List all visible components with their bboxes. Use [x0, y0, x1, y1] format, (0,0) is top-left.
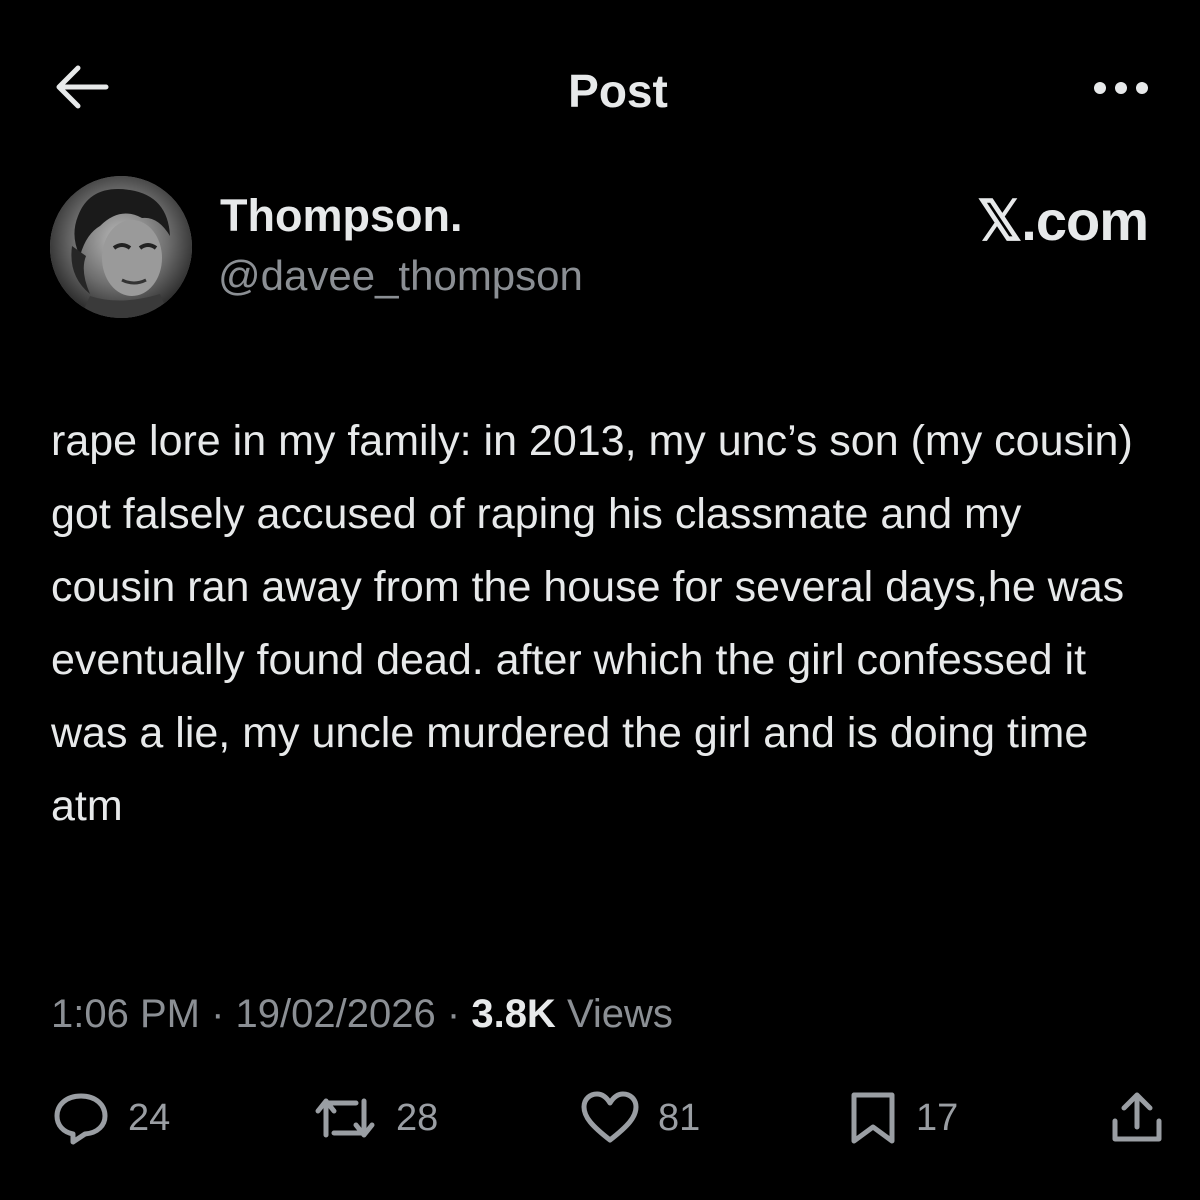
bookmark-icon [851, 1092, 895, 1144]
repost-count: 28 [396, 1096, 439, 1139]
avatar-image [50, 176, 192, 318]
bookmark-count: 17 [916, 1096, 959, 1139]
bookmark-button[interactable]: 17 [848, 1090, 958, 1146]
reply-button[interactable]: 24 [52, 1090, 170, 1146]
post-meta: 1:06 PM · 19/02/2026 · 3.8K Views [51, 992, 673, 1037]
post-date: 19/02/2026 [235, 992, 436, 1036]
more-horizontal-icon [1094, 82, 1148, 94]
post-time: 1:06 PM [51, 992, 200, 1036]
views-label: Views [566, 992, 673, 1036]
top-bar: Post [0, 40, 1200, 140]
reply-count: 24 [128, 1096, 171, 1139]
reply-icon [54, 1093, 108, 1145]
x-brand-watermark: 𝕏.com [977, 189, 1149, 252]
like-count: 81 [658, 1096, 701, 1139]
repost-icon [315, 1098, 375, 1138]
repost-button[interactable]: 28 [312, 1090, 438, 1146]
author-handle[interactable]: @davee_thompson [218, 252, 583, 300]
meta-separator: · [446, 992, 461, 1036]
avatar[interactable] [50, 176, 192, 318]
page-title: Post [568, 65, 668, 117]
author-display-name[interactable]: Thompson. [220, 190, 462, 242]
views-count[interactable]: 3.8K [471, 992, 556, 1036]
share-button[interactable] [1108, 1090, 1166, 1146]
more-options-button[interactable] [1090, 68, 1152, 108]
meta-separator: · [211, 992, 225, 1036]
heart-icon [581, 1091, 639, 1143]
like-button[interactable]: 81 [580, 1090, 700, 1146]
post-text: rape lore in my family: in 2013, my unc’… [51, 417, 1145, 830]
share-icon [1112, 1092, 1162, 1142]
